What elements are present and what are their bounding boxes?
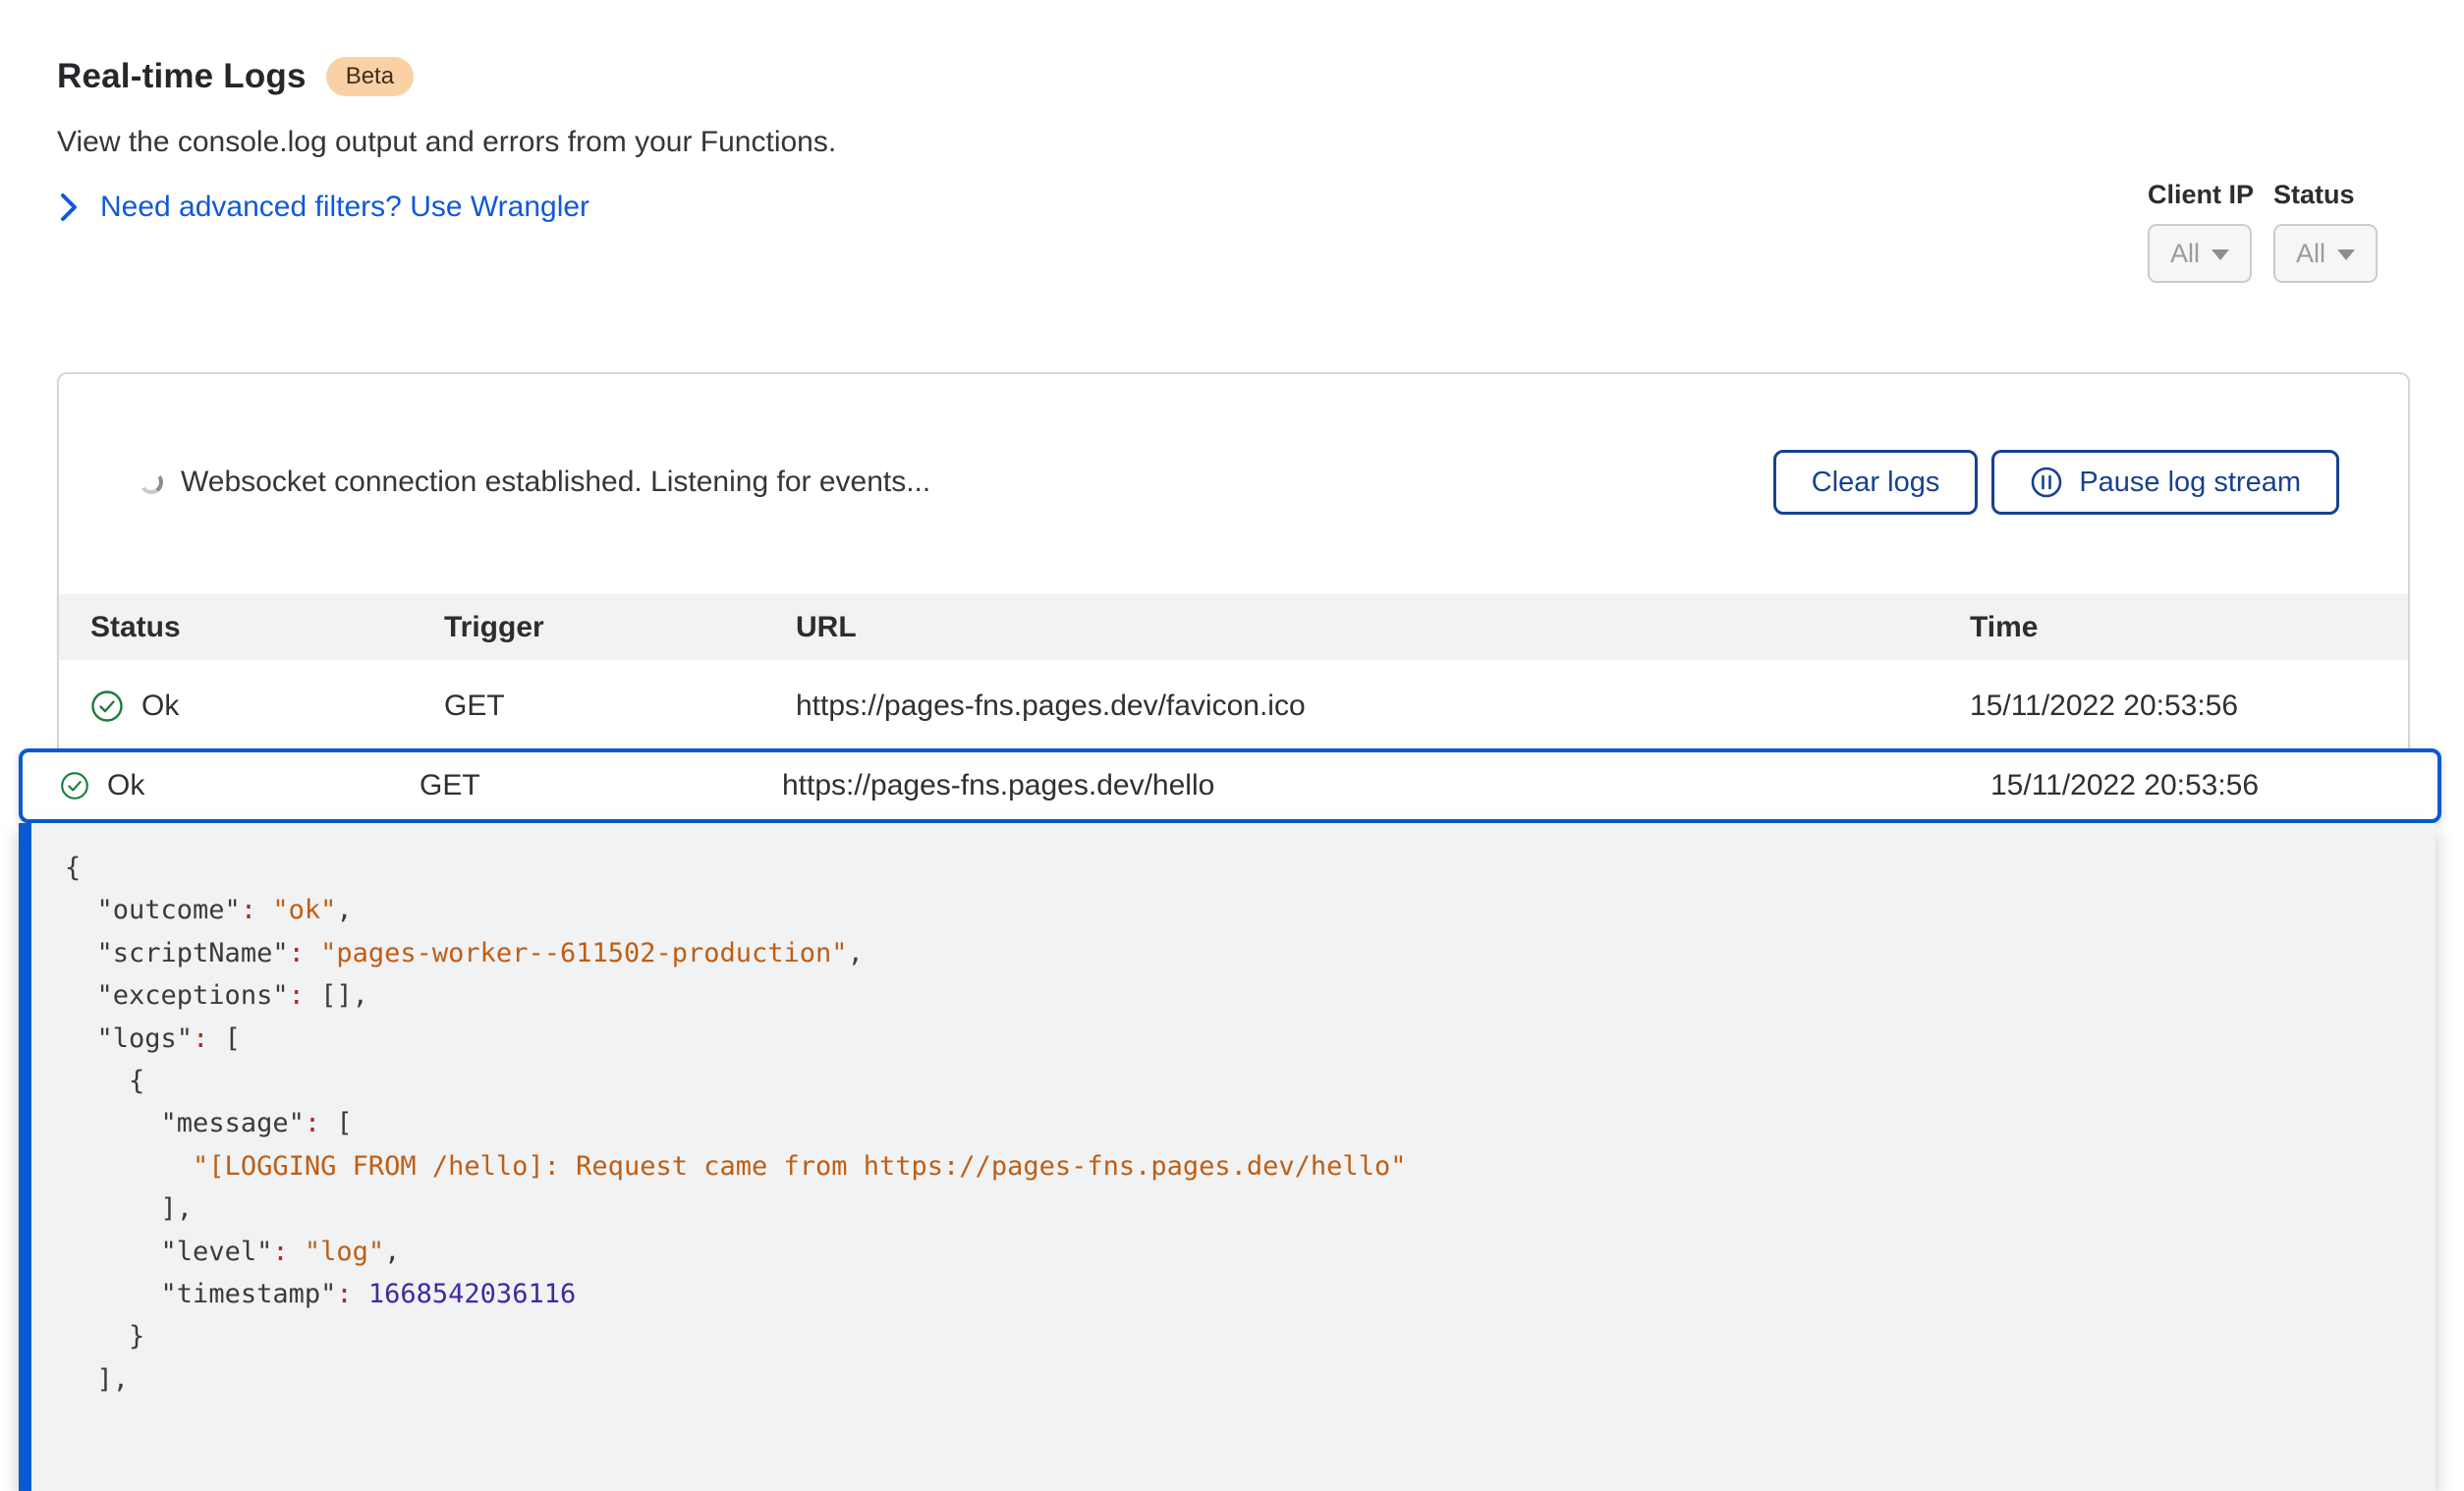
beta-badge: Beta [326,57,414,96]
row-time: 15/11/2022 20:53:56 [1990,752,2259,819]
table-header: Status Trigger URL Time [59,594,2408,660]
page-title: Real-time Logs [57,57,307,96]
column-url: URL [796,594,857,660]
clear-logs-label: Clear logs [1812,467,1940,499]
websocket-status-text: Websocket connection established. Listen… [181,466,930,499]
client-ip-filter: Client IP All [2148,180,2254,283]
row-url: https://pages-fns.pages.dev/favicon.ico [796,660,1306,752]
clear-logs-button[interactable]: Clear logs [1773,450,1979,515]
selected-table-row[interactable]: Ok GET https://pages-fns.pages.dev/hello… [19,748,2441,823]
filters: Client IP All Status All [2148,180,2378,283]
column-trigger: Trigger [444,594,544,660]
status-label: Status [2273,180,2378,210]
pause-log-stream-button[interactable]: Pause log stream [1991,450,2339,515]
row-url: https://pages-fns.pages.dev/hello [782,752,1214,819]
wrangler-link-label[interactable]: Need advanced filters? Use Wrangler [100,191,589,224]
json-code: { "outcome": "ok", "scriptName": "pages-… [65,847,2416,1401]
client-ip-label: Client IP [2148,180,2254,210]
row-status-text: Ok [107,752,144,819]
stream-toolbar: Websocket connection established. Listen… [140,448,2339,517]
page-subtitle: View the console.log output and errors f… [57,126,836,159]
status-value: All [2296,239,2325,269]
client-ip-value: All [2170,239,2200,269]
client-ip-dropdown[interactable]: All [2148,224,2252,283]
pause-icon [2030,466,2063,499]
pause-log-stream-label: Pause log stream [2079,467,2301,499]
status-filter: Status All [2273,180,2378,283]
log-detail-json: { "outcome": "ok", "scriptName": "pages-… [19,823,2436,1491]
chevron-right-icon [59,192,79,223]
spinner-icon [138,469,165,496]
caret-down-icon [2212,249,2229,260]
row-trigger: GET [420,752,480,819]
column-status: Status [90,594,181,660]
wrangler-link[interactable]: Need advanced filters? Use Wrangler [59,191,589,224]
check-circle-icon [90,690,124,723]
page-header: Real-time Logs Beta [57,57,414,96]
row-trigger: GET [444,660,505,752]
check-circle-icon [60,771,89,801]
column-time: Time [1970,594,2038,660]
row-time: 15/11/2022 20:53:56 [1970,660,2238,752]
table-row[interactable]: Ok GET https://pages-fns.pages.dev/favic… [59,660,2408,752]
row-status-text: Ok [141,660,179,752]
caret-down-icon [2337,249,2355,260]
status-dropdown[interactable]: All [2273,224,2378,283]
expanded-log-entry: Ok GET https://pages-fns.pages.dev/hello… [19,748,2441,1491]
